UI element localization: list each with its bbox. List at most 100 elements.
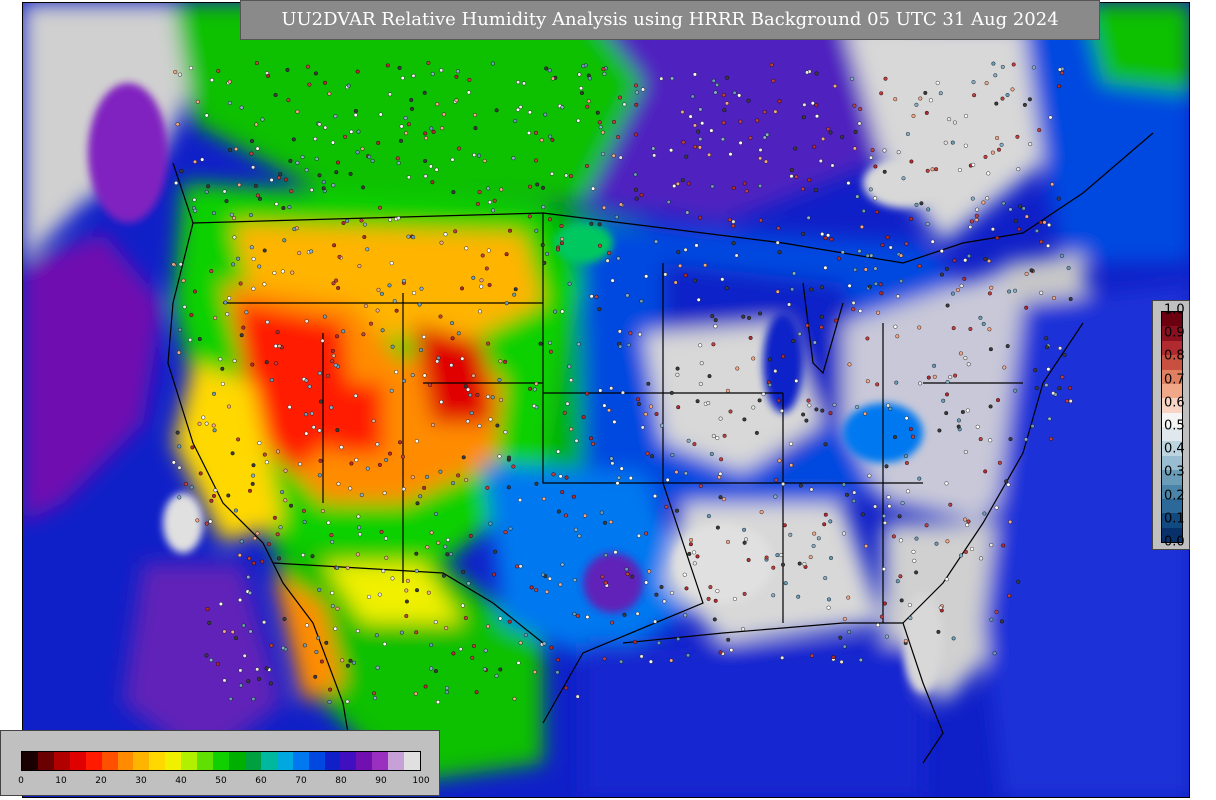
station-dot	[473, 126, 478, 131]
station-dot	[748, 335, 753, 340]
station-dot	[477, 153, 482, 158]
station-dot	[826, 605, 831, 610]
station-dot	[710, 314, 715, 319]
station-dot	[527, 214, 532, 219]
station-dot	[613, 550, 618, 555]
station-dot	[499, 187, 504, 192]
station-dot	[823, 442, 828, 447]
station-dot	[790, 287, 795, 292]
station-dot	[735, 366, 740, 371]
station-dot	[241, 623, 246, 628]
station-dot	[644, 580, 649, 585]
station-dot	[380, 328, 385, 333]
station-dot	[744, 537, 749, 542]
station-dot	[413, 691, 418, 696]
station-dot	[272, 271, 277, 276]
station-dot	[669, 148, 674, 153]
station-dot	[801, 412, 806, 417]
station-dot	[958, 351, 963, 356]
station-dot	[609, 386, 614, 391]
station-dot	[686, 438, 691, 443]
station-dot	[287, 405, 292, 410]
station-dot	[906, 489, 911, 494]
station-dot	[488, 521, 493, 526]
station-dot	[616, 256, 621, 261]
station-dot	[692, 123, 697, 128]
station-dot	[788, 532, 793, 537]
rh-swatch	[388, 752, 405, 770]
station-dot	[209, 498, 214, 503]
station-dot	[445, 686, 450, 691]
station-dot	[251, 473, 256, 478]
station-dot	[932, 374, 937, 379]
station-dot	[450, 321, 455, 326]
station-dot	[454, 74, 459, 79]
station-dot	[1060, 70, 1065, 75]
station-dot	[598, 125, 603, 130]
station-dot	[318, 458, 323, 463]
station-dot	[947, 117, 952, 122]
station-dot	[389, 388, 394, 393]
station-dot	[251, 697, 256, 702]
station-dot	[610, 278, 615, 283]
station-dot	[822, 522, 827, 527]
rh-swatch	[165, 752, 182, 770]
station-dot	[490, 61, 495, 66]
station-dot	[390, 576, 395, 581]
station-dot	[689, 538, 694, 543]
station-dot	[610, 620, 615, 625]
station-dot	[610, 461, 615, 466]
station-dot	[644, 274, 649, 279]
station-dot	[806, 398, 811, 403]
station-dot	[904, 416, 909, 421]
station-dot	[426, 590, 431, 595]
station-dot	[238, 598, 243, 603]
station-dot	[415, 588, 420, 593]
station-dot	[225, 312, 230, 317]
station-dot	[899, 279, 904, 284]
station-dot	[188, 337, 193, 342]
station-dot	[741, 314, 746, 319]
station-dot	[865, 253, 870, 258]
station-dot	[403, 116, 408, 121]
station-dot	[304, 378, 309, 383]
station-dot	[548, 340, 553, 345]
station-dot	[814, 407, 819, 412]
station-dot	[678, 263, 683, 268]
station-dot	[873, 266, 878, 271]
station-dot	[1002, 365, 1007, 370]
rh-swatch	[276, 752, 293, 770]
station-dot	[887, 504, 892, 509]
station-dot	[204, 421, 209, 426]
station-dot	[379, 291, 384, 296]
station-dot	[858, 658, 863, 663]
station-dot	[311, 425, 316, 430]
station-dot	[741, 627, 746, 632]
station-dot	[598, 388, 603, 393]
station-dot	[812, 144, 817, 149]
station-dot	[737, 93, 742, 98]
station-dot	[804, 418, 809, 423]
station-dot	[820, 408, 825, 413]
station-dot	[1004, 479, 1009, 484]
station-dot	[355, 629, 360, 634]
station-dot	[662, 599, 667, 604]
station-dot	[227, 101, 232, 106]
station-dot	[197, 337, 202, 342]
station-dot	[291, 137, 296, 142]
station-dot	[637, 402, 642, 407]
station-dot	[508, 228, 513, 233]
station-dot	[236, 437, 241, 442]
station-dot	[978, 437, 983, 442]
station-dot	[625, 572, 630, 577]
station-dot	[439, 240, 444, 245]
station-dot	[850, 76, 855, 81]
station-dot	[275, 330, 280, 335]
station-dot	[307, 82, 312, 87]
station-dot	[585, 163, 590, 168]
station-dot	[914, 202, 919, 207]
station-dot	[883, 520, 888, 525]
station-dot	[336, 160, 341, 165]
station-dot	[924, 110, 929, 115]
rh-swatch	[149, 752, 166, 770]
